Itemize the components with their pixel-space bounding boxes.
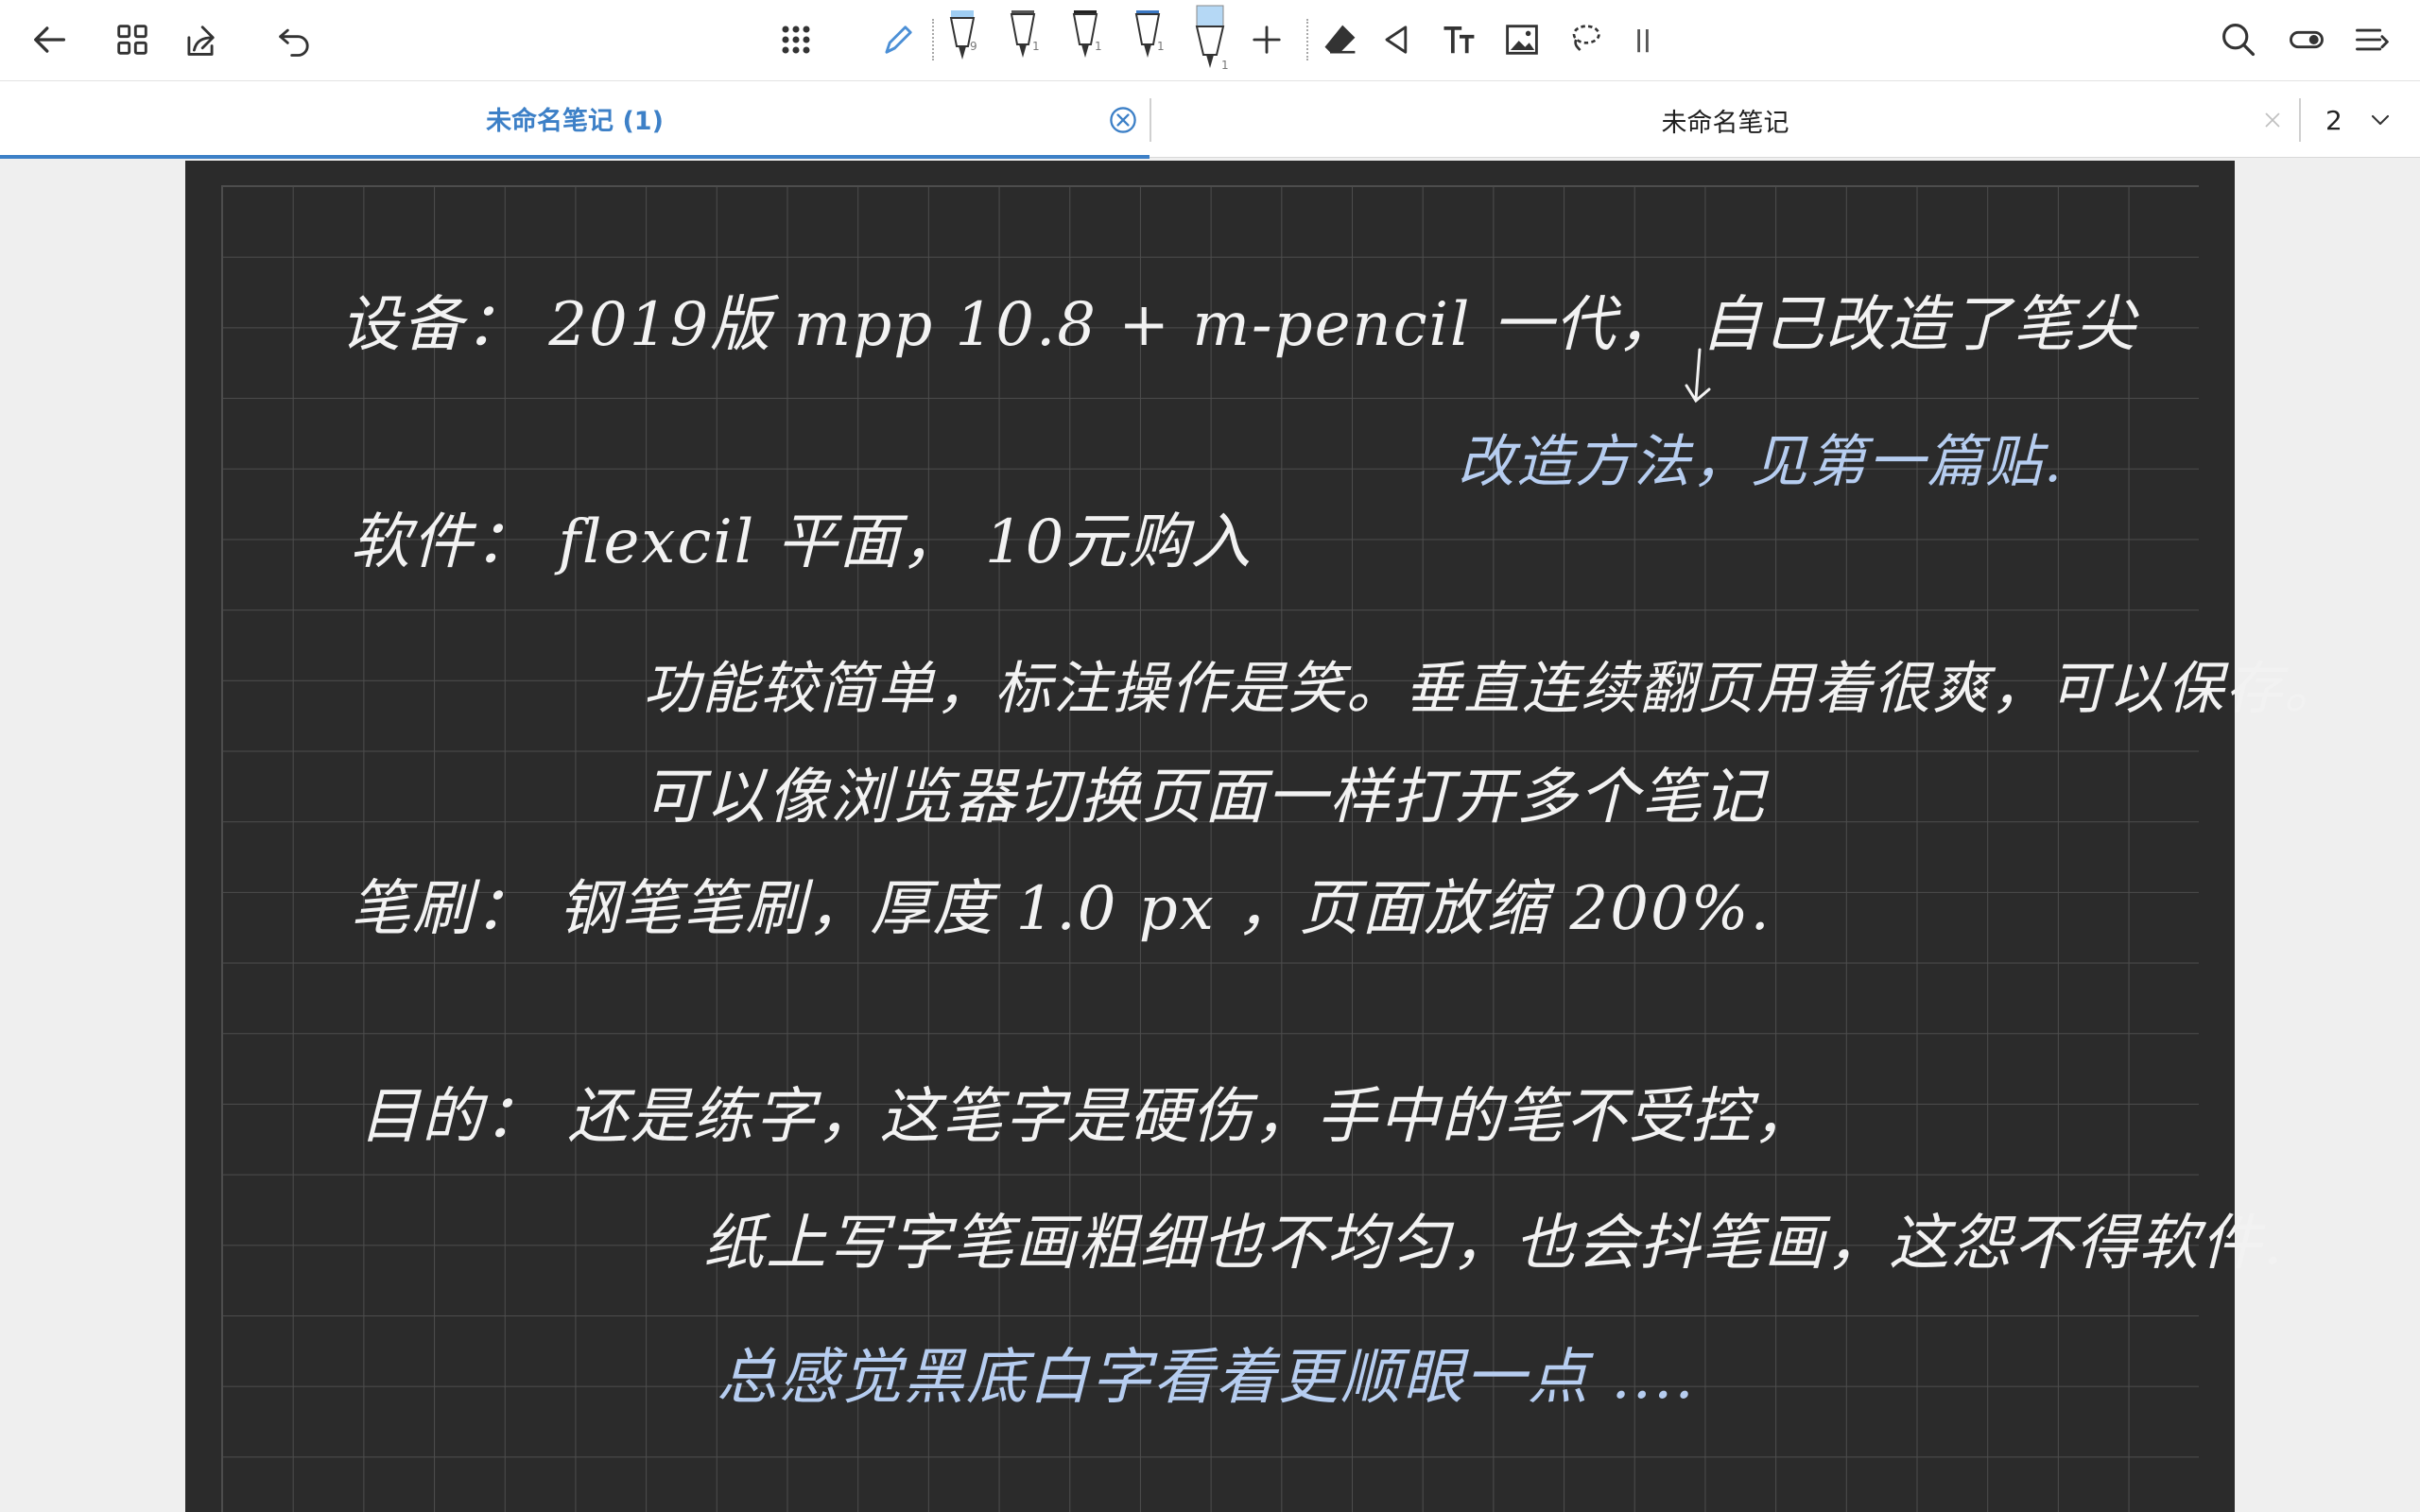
pen-size-label: 1	[1032, 40, 1040, 53]
handwriting-features-line: 功能较简单，标注操作是笑。垂直连续翻页用着很爽，可以保存。	[643, 656, 2342, 722]
tab-count-dropdown[interactable]: 2	[2325, 81, 2420, 159]
grid-view-icon[interactable]	[102, 9, 163, 70]
toggle-icon[interactable]	[2276, 9, 2337, 70]
pen-blue-dark-icon[interactable]	[1117, 2, 1178, 72]
handwriting-brush-line: 笔刷： 钢笔笔刷，厚度 1.0 px ，页面放缩 200%.	[350, 874, 1772, 944]
handwriting-features-line-2: 可以像浏览器切换页面一样打开多个笔记	[643, 763, 1766, 833]
share-icon[interactable]	[170, 9, 231, 70]
tab-untitled-note[interactable]: 未命名笔记	[1151, 81, 2299, 159]
arrow-down-annotation	[1685, 348, 1711, 404]
back-arrow-icon[interactable]	[19, 9, 79, 70]
chevron-down-icon	[2371, 114, 2389, 126]
pen-size-label: 1	[1157, 40, 1165, 53]
apps-icon[interactable]	[766, 9, 826, 70]
pen-size-label: 1	[1221, 59, 1229, 72]
handwriting-purpose-line: 目的： 还是练字，这笔字是硬伤，手中的笔不受控，	[359, 1082, 1816, 1152]
tab-close-button[interactable]	[1104, 101, 1142, 139]
lasso-triangle-icon[interactable]	[1367, 9, 1427, 70]
pen-size-label: 1	[1095, 40, 1102, 53]
top-toolbar: 9 1 1 1 1	[0, 0, 2420, 80]
pen-blue-large-icon[interactable]	[1180, 0, 1240, 76]
tab-label: 未命名笔记 (1)	[486, 106, 664, 136]
search-icon[interactable]	[2208, 9, 2269, 70]
tab-divider	[2299, 98, 2301, 142]
handwriting-device-line: 设备： 2019版 mpp 10.8 + m-pencil 一代， 自己改造了笔…	[340, 290, 2138, 360]
tab-close-button[interactable]	[2254, 101, 2291, 139]
add-pen-icon[interactable]	[1236, 9, 1297, 70]
tab-label: 未命名笔记	[1661, 108, 1789, 138]
pen-blue-icon[interactable]	[932, 2, 993, 72]
tab-bar: 未命名笔记 (1) 未命名笔记 2	[0, 80, 2420, 159]
pen-size-label: 9	[970, 40, 977, 53]
text-icon[interactable]	[1429, 9, 1490, 70]
handwriting-annotation-note: 改造方法，见第一篇贴.	[1458, 429, 2065, 495]
image-icon[interactable]	[1492, 9, 1552, 70]
pen-dark-icon[interactable]	[993, 2, 1053, 72]
handwriting-software-line: 软件： flexcil 平面， 10元购入	[350, 507, 1253, 577]
tab-untitled-note-1[interactable]: 未命名笔记 (1)	[0, 81, 1150, 159]
tab-count-label: 2	[2325, 104, 2342, 136]
eraser-icon[interactable]	[1310, 9, 1371, 70]
grid-background	[221, 185, 2199, 1512]
pen-dark-icon[interactable]	[1055, 2, 1115, 72]
handwriting-purpose-line-2: 纸上写字笔画粗细也不均匀，也会抖笔画，这怨不得软件.	[703, 1209, 2285, 1279]
lasso-icon[interactable]	[1554, 9, 1615, 70]
menu-icon[interactable]	[2342, 9, 2403, 70]
toolbar-divider	[1306, 19, 1308, 60]
pause-icon[interactable]	[1613, 9, 1673, 70]
pencil-icon[interactable]	[868, 9, 928, 70]
handwriting-closing-line: 总感觉黑底白字看着更顺眼一点 ....	[717, 1343, 1696, 1413]
undo-icon[interactable]	[265, 9, 325, 70]
note-page[interactable]: 设备： 2019版 mpp 10.8 + m-pencil 一代， 自己改造了笔…	[185, 161, 2341, 1512]
